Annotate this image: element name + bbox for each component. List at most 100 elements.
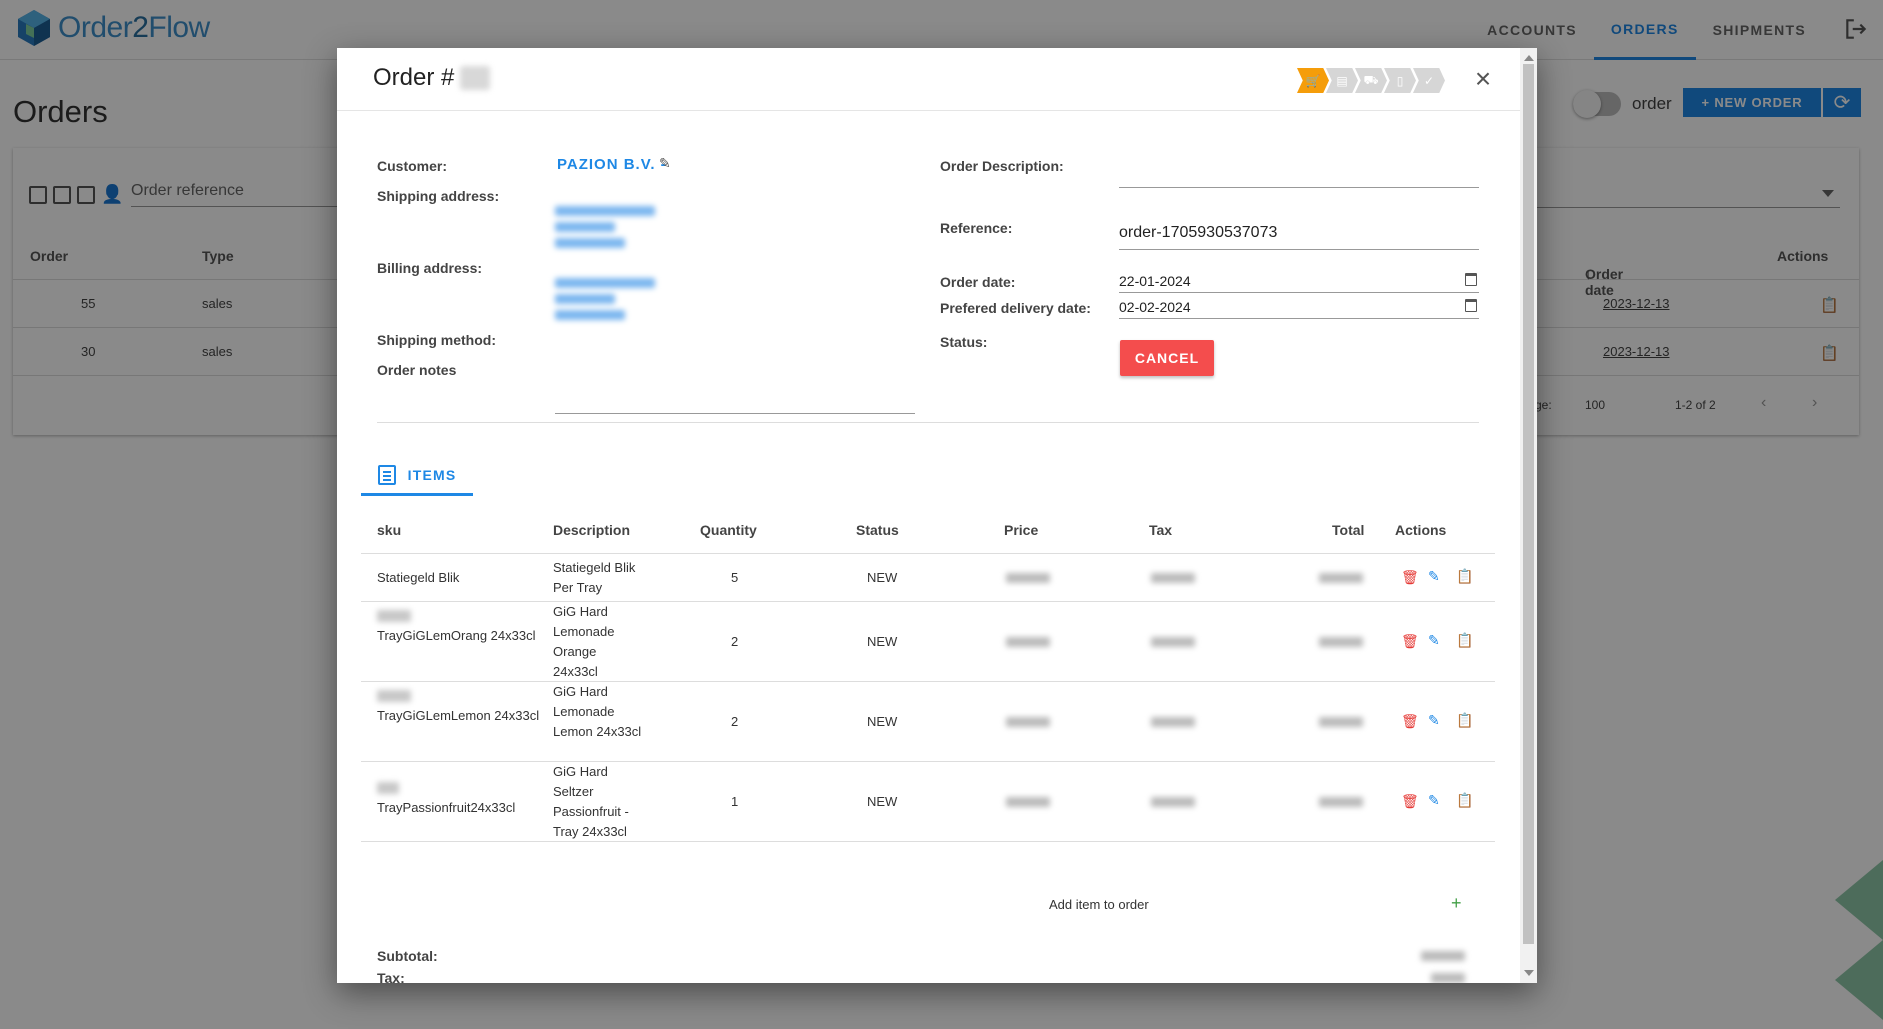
customer-link[interactable]: PAZION B.V. - <box>557 156 667 173</box>
col-status: Status <box>856 522 899 538</box>
item-tax-redacted <box>1151 717 1195 727</box>
truck-icon[interactable]: ⛟ <box>1355 68 1387 93</box>
item-sku: TrayGiGLemOrang 24x33cl <box>377 610 535 646</box>
scroll-thumb[interactable] <box>1523 64 1534 944</box>
col-description: Description <box>553 522 631 538</box>
tax-redacted <box>1431 973 1465 983</box>
item-total-redacted <box>1319 797 1363 807</box>
clipboard-icon[interactable]: 📋 <box>1456 712 1473 729</box>
item-total-redacted <box>1319 717 1363 727</box>
table-row[interactable]: TrayGiGLemOrang 24x33cl GiG Hard Lemonad… <box>361 602 1495 682</box>
tax-label: Tax: <box>377 970 405 983</box>
modal-scrollbar[interactable] <box>1520 48 1537 983</box>
item-description: GiG Hard Lemonade Lemon 24x33cl <box>553 684 642 739</box>
shipping-method-label: Shipping method: <box>377 332 496 348</box>
item-description: Statiegeld Blik Per Tray <box>553 560 636 595</box>
table-row[interactable]: TrayPassionfruit24x33cl GiG Hard Seltzer… <box>361 762 1495 842</box>
order-number-redacted <box>460 66 491 90</box>
col-actions: Actions <box>1395 522 1447 538</box>
order-notes-input[interactable] <box>555 413 915 414</box>
close-icon[interactable]: × <box>1468 64 1498 94</box>
sku-code-redacted <box>377 610 411 622</box>
warehouse-icon[interactable]: ▤ <box>1326 68 1358 93</box>
table-row[interactable]: Statiegeld Blik Statiegeld Blik Per Tray… <box>361 554 1495 602</box>
check-circle-icon[interactable]: ✓ <box>1413 68 1445 93</box>
pencil-icon[interactable]: ✎ <box>1428 632 1440 649</box>
status-label: Status: <box>940 334 988 350</box>
delivery-date-input[interactable]: 02-02-2024 <box>1119 299 1479 319</box>
scroll-down-icon[interactable] <box>1524 970 1534 981</box>
billing-address-label: Billing address: <box>377 260 483 276</box>
scroll-up-icon[interactable] <box>1524 50 1534 61</box>
table-row[interactable]: TrayGiGLemLemon 24x33cl GiG Hard Lemonad… <box>361 682 1495 762</box>
order-date-value: 22-01-2024 <box>1119 273 1191 289</box>
calendar-icon[interactable] <box>1465 299 1477 312</box>
item-status: NEW <box>867 570 898 585</box>
sku-code-redacted <box>377 782 399 794</box>
shipping-address-redacted <box>555 206 655 254</box>
add-item-label[interactable]: Add item to order <box>1049 897 1149 912</box>
customer-label: Customer: <box>377 158 448 174</box>
cart-icon[interactable]: 🛒 <box>1297 68 1329 93</box>
tab-items[interactable]: ITEMS <box>361 456 473 496</box>
item-tax-redacted <box>1151 573 1195 583</box>
item-total-redacted <box>1319 637 1363 647</box>
item-tax-redacted <box>1151 797 1195 807</box>
delivery-date-value: 02-02-2024 <box>1119 299 1191 315</box>
item-quantity: 2 <box>731 634 739 649</box>
item-price-redacted <box>1006 717 1050 727</box>
item-price-redacted <box>1006 637 1050 647</box>
pencil-icon[interactable]: ✎ <box>659 155 671 172</box>
order-modal: Order # 🛒 ▤ ⛟ ▯ ✓ × Customer: PAZION B.V… <box>337 48 1537 983</box>
cancel-button[interactable]: CANCEL <box>1120 340 1214 376</box>
trash-icon[interactable]: 🗑 <box>1401 569 1419 586</box>
order-progress-steps: 🛒 ▤ ⛟ ▯ ✓ <box>1297 68 1445 93</box>
subtotal-label: Subtotal: <box>377 948 438 964</box>
item-description: GiG Hard Seltzer Passionfruit - Tray 24x… <box>553 764 629 839</box>
document-icon[interactable]: ▯ <box>1384 68 1416 93</box>
item-quantity: 1 <box>731 794 739 809</box>
item-price-redacted <box>1006 573 1050 583</box>
modal-title-text: Order # <box>373 64 455 91</box>
item-status: NEW <box>867 714 898 729</box>
col-price: Price <box>1004 522 1039 538</box>
reference-label: Reference: <box>940 220 1013 236</box>
col-quantity: Quantity <box>700 522 757 538</box>
clipboard-icon <box>377 464 396 485</box>
trash-icon[interactable]: 🗑 <box>1401 633 1419 650</box>
add-item-row[interactable]: Add item to order + <box>361 883 1495 927</box>
order-date-label: Order date: <box>940 274 1016 290</box>
divider <box>337 110 1520 111</box>
items-table-header: sku Description Quantity Status Price Ta… <box>361 508 1495 554</box>
col-sku: sku <box>377 522 402 538</box>
item-quantity: 2 <box>731 714 739 729</box>
shipping-address-label: Shipping address: <box>377 188 500 204</box>
clipboard-icon[interactable]: 📋 <box>1456 632 1473 649</box>
order-notes-label: Order notes <box>377 362 457 378</box>
trash-icon[interactable]: 🗑 <box>1401 713 1419 730</box>
plus-icon[interactable]: + <box>1451 893 1462 914</box>
pencil-icon[interactable]: ✎ <box>1428 568 1440 585</box>
reference-input[interactable]: order-1705930537073 <box>1119 224 1479 250</box>
calendar-icon[interactable] <box>1465 273 1477 286</box>
clipboard-icon[interactable]: 📋 <box>1456 568 1473 585</box>
col-tax: Tax <box>1149 522 1173 538</box>
item-total-redacted <box>1319 573 1363 583</box>
item-quantity: 5 <box>731 570 739 585</box>
item-sku-text: TrayPassionfruit24x33cl <box>377 800 516 815</box>
item-sku: TrayGiGLemLemon 24x33cl <box>377 690 539 726</box>
trash-icon[interactable]: 🗑 <box>1401 793 1419 810</box>
order-description-input[interactable] <box>1119 164 1479 188</box>
pencil-icon[interactable]: ✎ <box>1428 712 1440 729</box>
pencil-icon[interactable]: ✎ <box>1428 792 1440 809</box>
tab-items-label: ITEMS <box>407 466 457 483</box>
item-status: NEW <box>867 634 898 649</box>
item-status: NEW <box>867 794 898 809</box>
clipboard-icon[interactable]: 📋 <box>1456 792 1473 809</box>
item-sku-text: TrayGiGLemLemon 24x33cl <box>377 708 540 723</box>
order-description-label: Order Description: <box>940 158 1064 174</box>
order-date-input[interactable]: 22-01-2024 <box>1119 273 1479 293</box>
item-sku: Statiegeld Blik <box>377 570 460 585</box>
divider <box>377 422 1479 423</box>
subtotal-redacted <box>1421 951 1465 961</box>
